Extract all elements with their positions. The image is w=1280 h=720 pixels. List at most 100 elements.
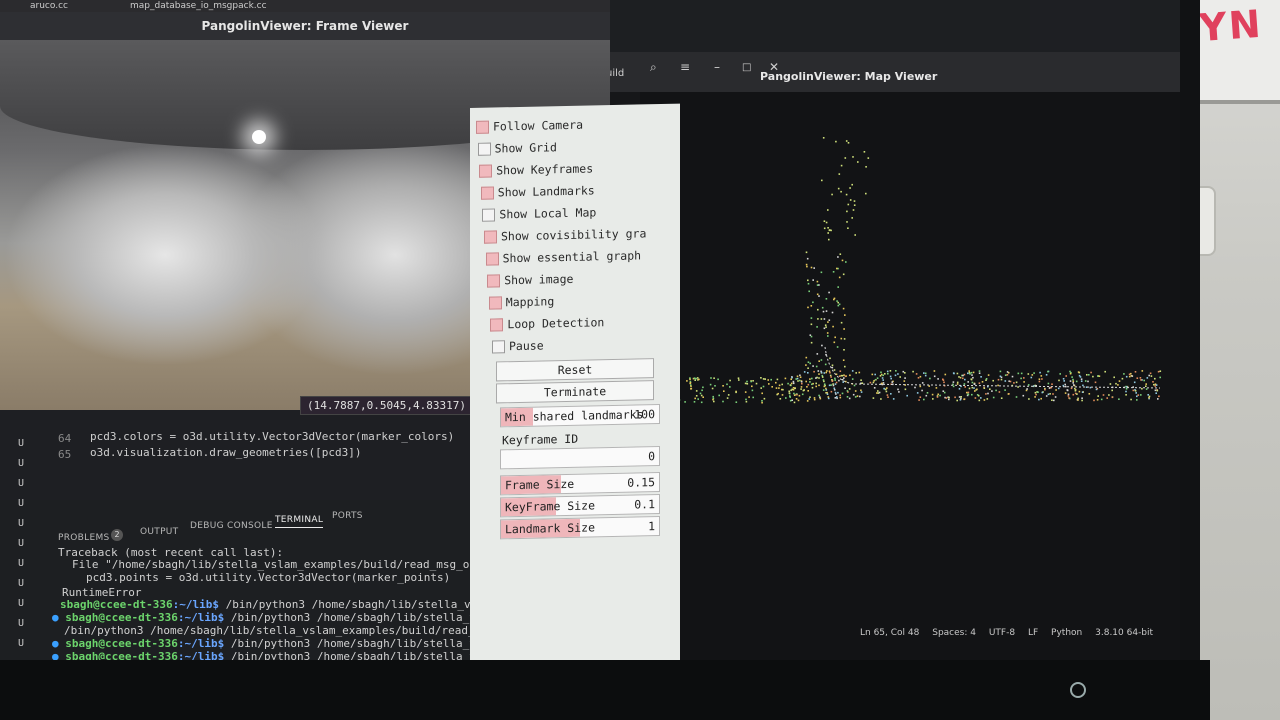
landmark-point bbox=[794, 387, 796, 390]
landmark-point bbox=[693, 377, 696, 379]
checkbox[interactable] bbox=[484, 229, 497, 244]
landmark-point bbox=[921, 382, 924, 384]
landmark-point bbox=[726, 383, 728, 386]
code-line[interactable]: o3d.visualization.draw_geometries([pcd3]… bbox=[90, 446, 362, 459]
landmark-point bbox=[761, 400, 763, 402]
checkbox[interactable] bbox=[479, 164, 493, 178]
landmark-point bbox=[1128, 373, 1131, 376]
tab-ports[interactable]: PORTS bbox=[332, 511, 363, 521]
landmark-point bbox=[974, 390, 976, 392]
landmark-point bbox=[800, 386, 803, 388]
checkbox-row[interactable]: Follow Camera bbox=[476, 116, 583, 136]
checkbox-row[interactable]: Show Grid bbox=[477, 138, 557, 158]
terminate-button[interactable]: Terminate bbox=[496, 380, 654, 404]
code-editor[interactable]: 64 pcd3.colors = o3d.utility.Vector3dVec… bbox=[0, 410, 520, 500]
landmark-point bbox=[1086, 374, 1088, 376]
checkbox[interactable] bbox=[476, 120, 489, 134]
minimize-icon[interactable]: – bbox=[714, 60, 720, 74]
checkbox[interactable] bbox=[482, 207, 496, 222]
checkbox[interactable] bbox=[490, 317, 504, 332]
checkbox-row[interactable]: Loop Detection bbox=[490, 313, 604, 333]
frame-size-slider[interactable]: Frame Size 0.15 bbox=[500, 472, 660, 496]
map-3d-canvas[interactable] bbox=[640, 92, 1180, 660]
landmark-size-slider[interactable]: Landmark Size 1 bbox=[500, 516, 660, 540]
checkbox[interactable] bbox=[492, 339, 505, 354]
slider-label: Min shared landmarks bbox=[505, 407, 644, 425]
landmark-point bbox=[838, 375, 841, 377]
maximize-icon[interactable]: □ bbox=[742, 62, 751, 73]
landmark-point bbox=[943, 391, 946, 394]
landmark-point bbox=[841, 374, 844, 377]
checkbox[interactable] bbox=[477, 142, 491, 156]
hamburger-icon[interactable]: ≡ bbox=[680, 60, 690, 74]
python-interpreter[interactable]: 3.8.10 64-bit bbox=[1095, 628, 1153, 638]
editor-tab[interactable]: aruco.cc bbox=[30, 1, 68, 11]
landmark-point bbox=[1088, 393, 1091, 395]
landmark-point bbox=[825, 387, 827, 390]
landmark-point bbox=[832, 325, 834, 328]
landmark-point bbox=[931, 393, 934, 396]
terminal[interactable]: Traceback (most recent call last): File … bbox=[40, 540, 555, 660]
cursor-position[interactable]: Ln 65, Col 48 bbox=[860, 628, 919, 638]
prompt-path: :~/lib$ bbox=[177, 637, 225, 650]
keyframe-id-label: Keyframe ID bbox=[502, 431, 579, 448]
prompt-user: sbagh@ccee-dt-336 bbox=[65, 637, 178, 650]
checkbox[interactable] bbox=[487, 273, 501, 288]
landmark-point bbox=[834, 397, 837, 399]
landmark-point bbox=[796, 377, 799, 380]
landmark-point bbox=[760, 387, 762, 389]
checkbox[interactable] bbox=[488, 295, 502, 310]
line-ending[interactable]: LF bbox=[1028, 628, 1038, 638]
power-icon[interactable] bbox=[1070, 682, 1086, 698]
landmark-point bbox=[816, 293, 819, 296]
landmark-point bbox=[791, 376, 793, 379]
landmark-point bbox=[830, 376, 832, 378]
reset-button[interactable]: Reset bbox=[496, 358, 654, 382]
prompt-path: :~/lib$ bbox=[177, 650, 225, 660]
checkbox[interactable] bbox=[480, 186, 494, 200]
landmark-point bbox=[789, 399, 792, 402]
keyframe-size-slider[interactable]: KeyFrame Size 0.1 bbox=[500, 494, 660, 518]
editor-tab[interactable]: map_database_io_msgpack.cc bbox=[130, 1, 267, 11]
landmark-point bbox=[948, 396, 950, 399]
landmark-point bbox=[809, 381, 811, 383]
code-line[interactable]: pcd3.colors = o3d.utility.Vector3dVector… bbox=[90, 430, 454, 443]
checkbox-row[interactable]: Pause bbox=[492, 336, 544, 355]
tab-output[interactable]: OUTPUT bbox=[140, 527, 178, 537]
landmark-point bbox=[751, 389, 754, 392]
landmark-point bbox=[761, 401, 763, 404]
checkbox-row[interactable]: Mapping bbox=[488, 292, 554, 311]
landmark-point bbox=[1113, 376, 1115, 379]
indentation[interactable]: Spaces: 4 bbox=[932, 628, 976, 638]
checkbox-row[interactable]: Show essential graph bbox=[485, 246, 641, 267]
search-icon[interactable]: ⌕ bbox=[650, 60, 657, 75]
landmark-point bbox=[823, 383, 826, 385]
landmark-point bbox=[1125, 388, 1128, 390]
language-mode[interactable]: Python bbox=[1051, 628, 1082, 638]
checkbox[interactable] bbox=[485, 251, 499, 266]
landmark-point bbox=[1140, 394, 1142, 396]
landmark-point bbox=[811, 377, 813, 380]
landmark-point bbox=[904, 377, 906, 379]
encoding[interactable]: UTF-8 bbox=[989, 628, 1015, 638]
checkbox-row[interactable]: Show covisibility gra bbox=[484, 224, 646, 245]
checkbox-label: Follow Camera bbox=[493, 117, 584, 134]
checkbox-row[interactable]: Show Local Map bbox=[482, 203, 596, 223]
landmark-point bbox=[865, 166, 867, 168]
landmark-point bbox=[1023, 377, 1025, 379]
landmark-point bbox=[1072, 380, 1075, 383]
landmark-point bbox=[1149, 372, 1152, 375]
checkbox-row[interactable]: Show Keyframes bbox=[479, 159, 593, 179]
checkbox-row[interactable]: Show Landmarks bbox=[480, 181, 595, 201]
landmark-point bbox=[855, 372, 857, 374]
landmark-point bbox=[1026, 388, 1028, 390]
tab-debug-console[interactable]: DEBUG CONSOLE bbox=[190, 521, 273, 531]
landmark-point bbox=[1067, 393, 1070, 396]
min-shared-landmarks-slider[interactable]: Min shared landmarks 100 bbox=[500, 404, 660, 428]
landmark-point bbox=[1077, 397, 1079, 400]
keyframe-id-input[interactable]: 0 bbox=[500, 446, 660, 470]
landmark-point bbox=[1100, 398, 1103, 401]
landmark-point bbox=[958, 396, 961, 398]
checkbox-row[interactable]: Show image bbox=[487, 270, 573, 290]
tab-terminal[interactable]: TERMINAL bbox=[275, 515, 324, 528]
